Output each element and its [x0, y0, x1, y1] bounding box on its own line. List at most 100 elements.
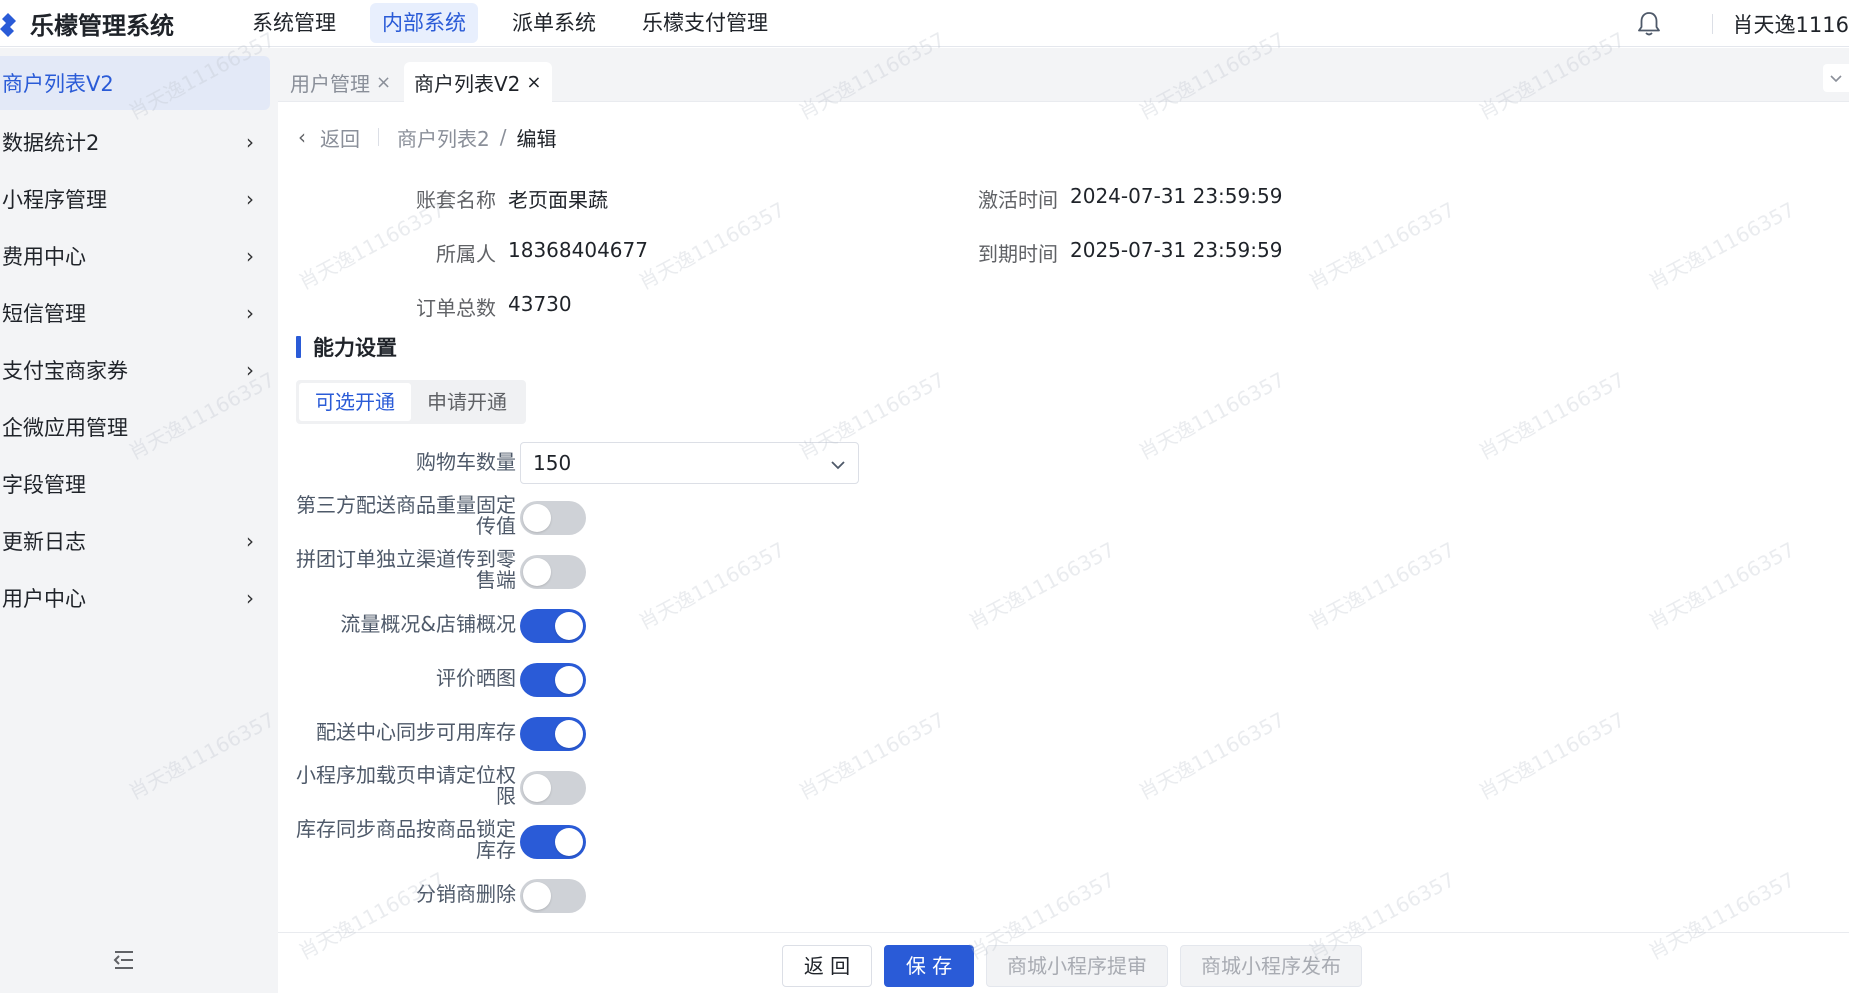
sidebar-item-label: 更新日志	[2, 530, 86, 554]
sidebar-item-merchant-list-v2[interactable]: 商户列表V2	[0, 56, 270, 110]
nav-internal-system[interactable]: 内部系统	[370, 3, 478, 43]
top-nav: 系统管理 内部系统 派单系统 乐檬支付管理	[240, 0, 802, 47]
switch-distributor-delete[interactable]	[520, 879, 586, 913]
action-bar: 返 回 保 存 商城小程序提审 商城小程序发布	[278, 932, 1849, 993]
nav-payment-management[interactable]: 乐檬支付管理	[630, 3, 780, 43]
user-name[interactable]: 肖天逸1116	[1733, 9, 1849, 39]
logo-icon	[0, 12, 22, 37]
collapse-sidebar-icon[interactable]	[112, 949, 136, 971]
back-link[interactable]: ‹ 返回	[298, 123, 360, 152]
cart-quantity-select[interactable]: 150	[520, 442, 859, 484]
breadcrumb-divider	[378, 128, 379, 146]
expiry-time-value: 2025-07-31 23:59:59	[1070, 238, 1283, 262]
sidebar-item-label: 用户中心	[2, 587, 86, 611]
account-name-value: 老页面果蔬	[508, 188, 608, 212]
close-icon[interactable]: ×	[526, 72, 541, 93]
switch-traffic-overview[interactable]	[520, 609, 586, 643]
switch-label-distributor-delete: 分销商删除	[416, 882, 516, 906]
chevron-right-icon: ›	[246, 529, 254, 553]
switch-lock-stock[interactable]	[520, 825, 586, 859]
save-button[interactable]: 保 存	[884, 945, 974, 987]
switch-label-location-permission: 小程序加载页申请定位权限	[296, 763, 516, 808]
sidebar-item-data-stats[interactable]: 数据统计2 ›	[0, 115, 270, 169]
chevron-right-icon: ›	[246, 358, 254, 382]
switch-label-traffic-overview: 流量概况&店铺概况	[340, 612, 516, 636]
switch-location-permission[interactable]	[520, 771, 586, 805]
sidebar-item-label: 支付宝商家券	[2, 359, 128, 383]
chevron-right-icon: ›	[246, 187, 254, 211]
switch-knob	[523, 774, 551, 802]
breadcrumb-parent[interactable]: 商户列表2	[397, 123, 490, 152]
tabs-more-icon[interactable]	[1823, 64, 1849, 92]
back-button[interactable]: 返 回	[782, 945, 872, 987]
section-accent-bar	[296, 336, 301, 358]
switch-review-photos[interactable]	[520, 663, 586, 697]
header-divider	[1711, 13, 1713, 34]
sidebar-item-user-center[interactable]: 用户中心 ›	[0, 571, 270, 625]
sidebar-item-wecom-apps[interactable]: 企微应用管理	[0, 400, 270, 454]
order-total-label: 订单总数	[416, 296, 496, 320]
switch-group-order-channel[interactable]	[520, 555, 586, 589]
sidebar-item-mini-program[interactable]: 小程序管理 ›	[0, 172, 270, 226]
expiry-time-label: 到期时间	[978, 242, 1058, 266]
breadcrumb: ‹ 返回 商户列表2 / 编辑	[298, 122, 556, 152]
header-right: 肖天逸1116	[1634, 0, 1849, 47]
app-title: 乐檬管理系统	[30, 11, 174, 40]
sidebar-item-sms[interactable]: 短信管理 ›	[0, 286, 270, 340]
tab-user-management[interactable]: 用户管理 ×	[280, 62, 401, 102]
chevron-right-icon: ›	[246, 130, 254, 154]
breadcrumb-separator: /	[499, 125, 507, 149]
switch-knob	[555, 720, 583, 748]
account-name-label: 账套名称	[416, 188, 496, 212]
back-label: 返回	[320, 126, 360, 151]
activation-time-label: 激活时间	[978, 188, 1058, 212]
switch-knob	[555, 612, 583, 640]
sidebar-item-label: 企微应用管理	[2, 416, 128, 440]
brand: 乐檬管理系统	[0, 0, 240, 47]
sidebar-item-label: 小程序管理	[2, 188, 107, 212]
switch-label-group-order-channel: 拼团订单独立渠道传到零售端	[296, 547, 516, 592]
tab-merchant-list-v2[interactable]: 商户列表V2 ×	[404, 62, 552, 102]
section-title: 能力设置	[296, 335, 397, 360]
publish-button[interactable]: 商城小程序发布	[1180, 945, 1362, 987]
nav-dispatch-system[interactable]: 派单系统	[500, 3, 608, 43]
breadcrumb-current: 编辑	[516, 126, 557, 151]
sidebar: 商户列表V2 数据统计2 › 小程序管理 › 费用中心 › 短信管理 › 支付宝…	[0, 48, 278, 993]
sidebar-item-changelog[interactable]: 更新日志 ›	[0, 514, 270, 568]
tab-optional-activation[interactable]: 可选开通	[299, 383, 411, 421]
switch-label-lock-stock: 库存同步商品按商品锁定库存	[296, 817, 516, 862]
tab-strip: 用户管理 × 商户列表V2 ×	[278, 48, 1849, 102]
bell-icon[interactable]	[1634, 9, 1664, 39]
nav-system-management[interactable]: 系统管理	[240, 3, 348, 43]
switch-label-third-party-weight: 第三方配送商品重量固定传值	[296, 493, 516, 538]
cart-quantity-label: 购物车数量	[416, 450, 516, 474]
sidebar-item-label: 数据统计2	[2, 131, 100, 155]
sidebar-item-label: 费用中心	[2, 245, 86, 269]
switch-label-review-photos: 评价晒图	[436, 666, 516, 690]
switch-knob	[523, 882, 551, 910]
sidebar-item-field-management[interactable]: 字段管理	[0, 457, 270, 511]
switch-knob	[523, 504, 551, 532]
owner-label: 所属人	[436, 242, 496, 266]
owner-value: 18368404677	[508, 238, 648, 262]
chevron-right-icon: ›	[246, 586, 254, 610]
chevron-down-icon	[830, 451, 846, 475]
sidebar-item-alipay-coupons[interactable]: 支付宝商家券 ›	[0, 343, 270, 397]
tab-label: 用户管理	[290, 71, 370, 96]
sidebar-item-label: 字段管理	[2, 473, 86, 497]
activation-time-value: 2024-07-31 23:59:59	[1070, 184, 1283, 208]
sidebar-item-label: 短信管理	[2, 302, 86, 326]
switch-dc-sync-stock[interactable]	[520, 717, 586, 751]
cart-quantity-value: 150	[533, 451, 572, 475]
switch-knob	[523, 558, 551, 586]
chevron-right-icon: ›	[246, 301, 254, 325]
tab-apply-activation[interactable]: 申请开通	[411, 383, 523, 421]
switch-knob	[555, 828, 583, 856]
sidebar-item-fee-center[interactable]: 费用中心 ›	[0, 229, 270, 283]
top-header: 乐檬管理系统 系统管理 内部系统 派单系统 乐檬支付管理 肖天逸1116	[0, 0, 1849, 47]
section-title-text: 能力设置	[313, 336, 397, 360]
sidebar-item-label: 商户列表V2	[2, 72, 114, 96]
close-icon[interactable]: ×	[376, 72, 391, 93]
submit-review-button[interactable]: 商城小程序提审	[986, 945, 1168, 987]
switch-third-party-weight[interactable]	[520, 501, 586, 535]
